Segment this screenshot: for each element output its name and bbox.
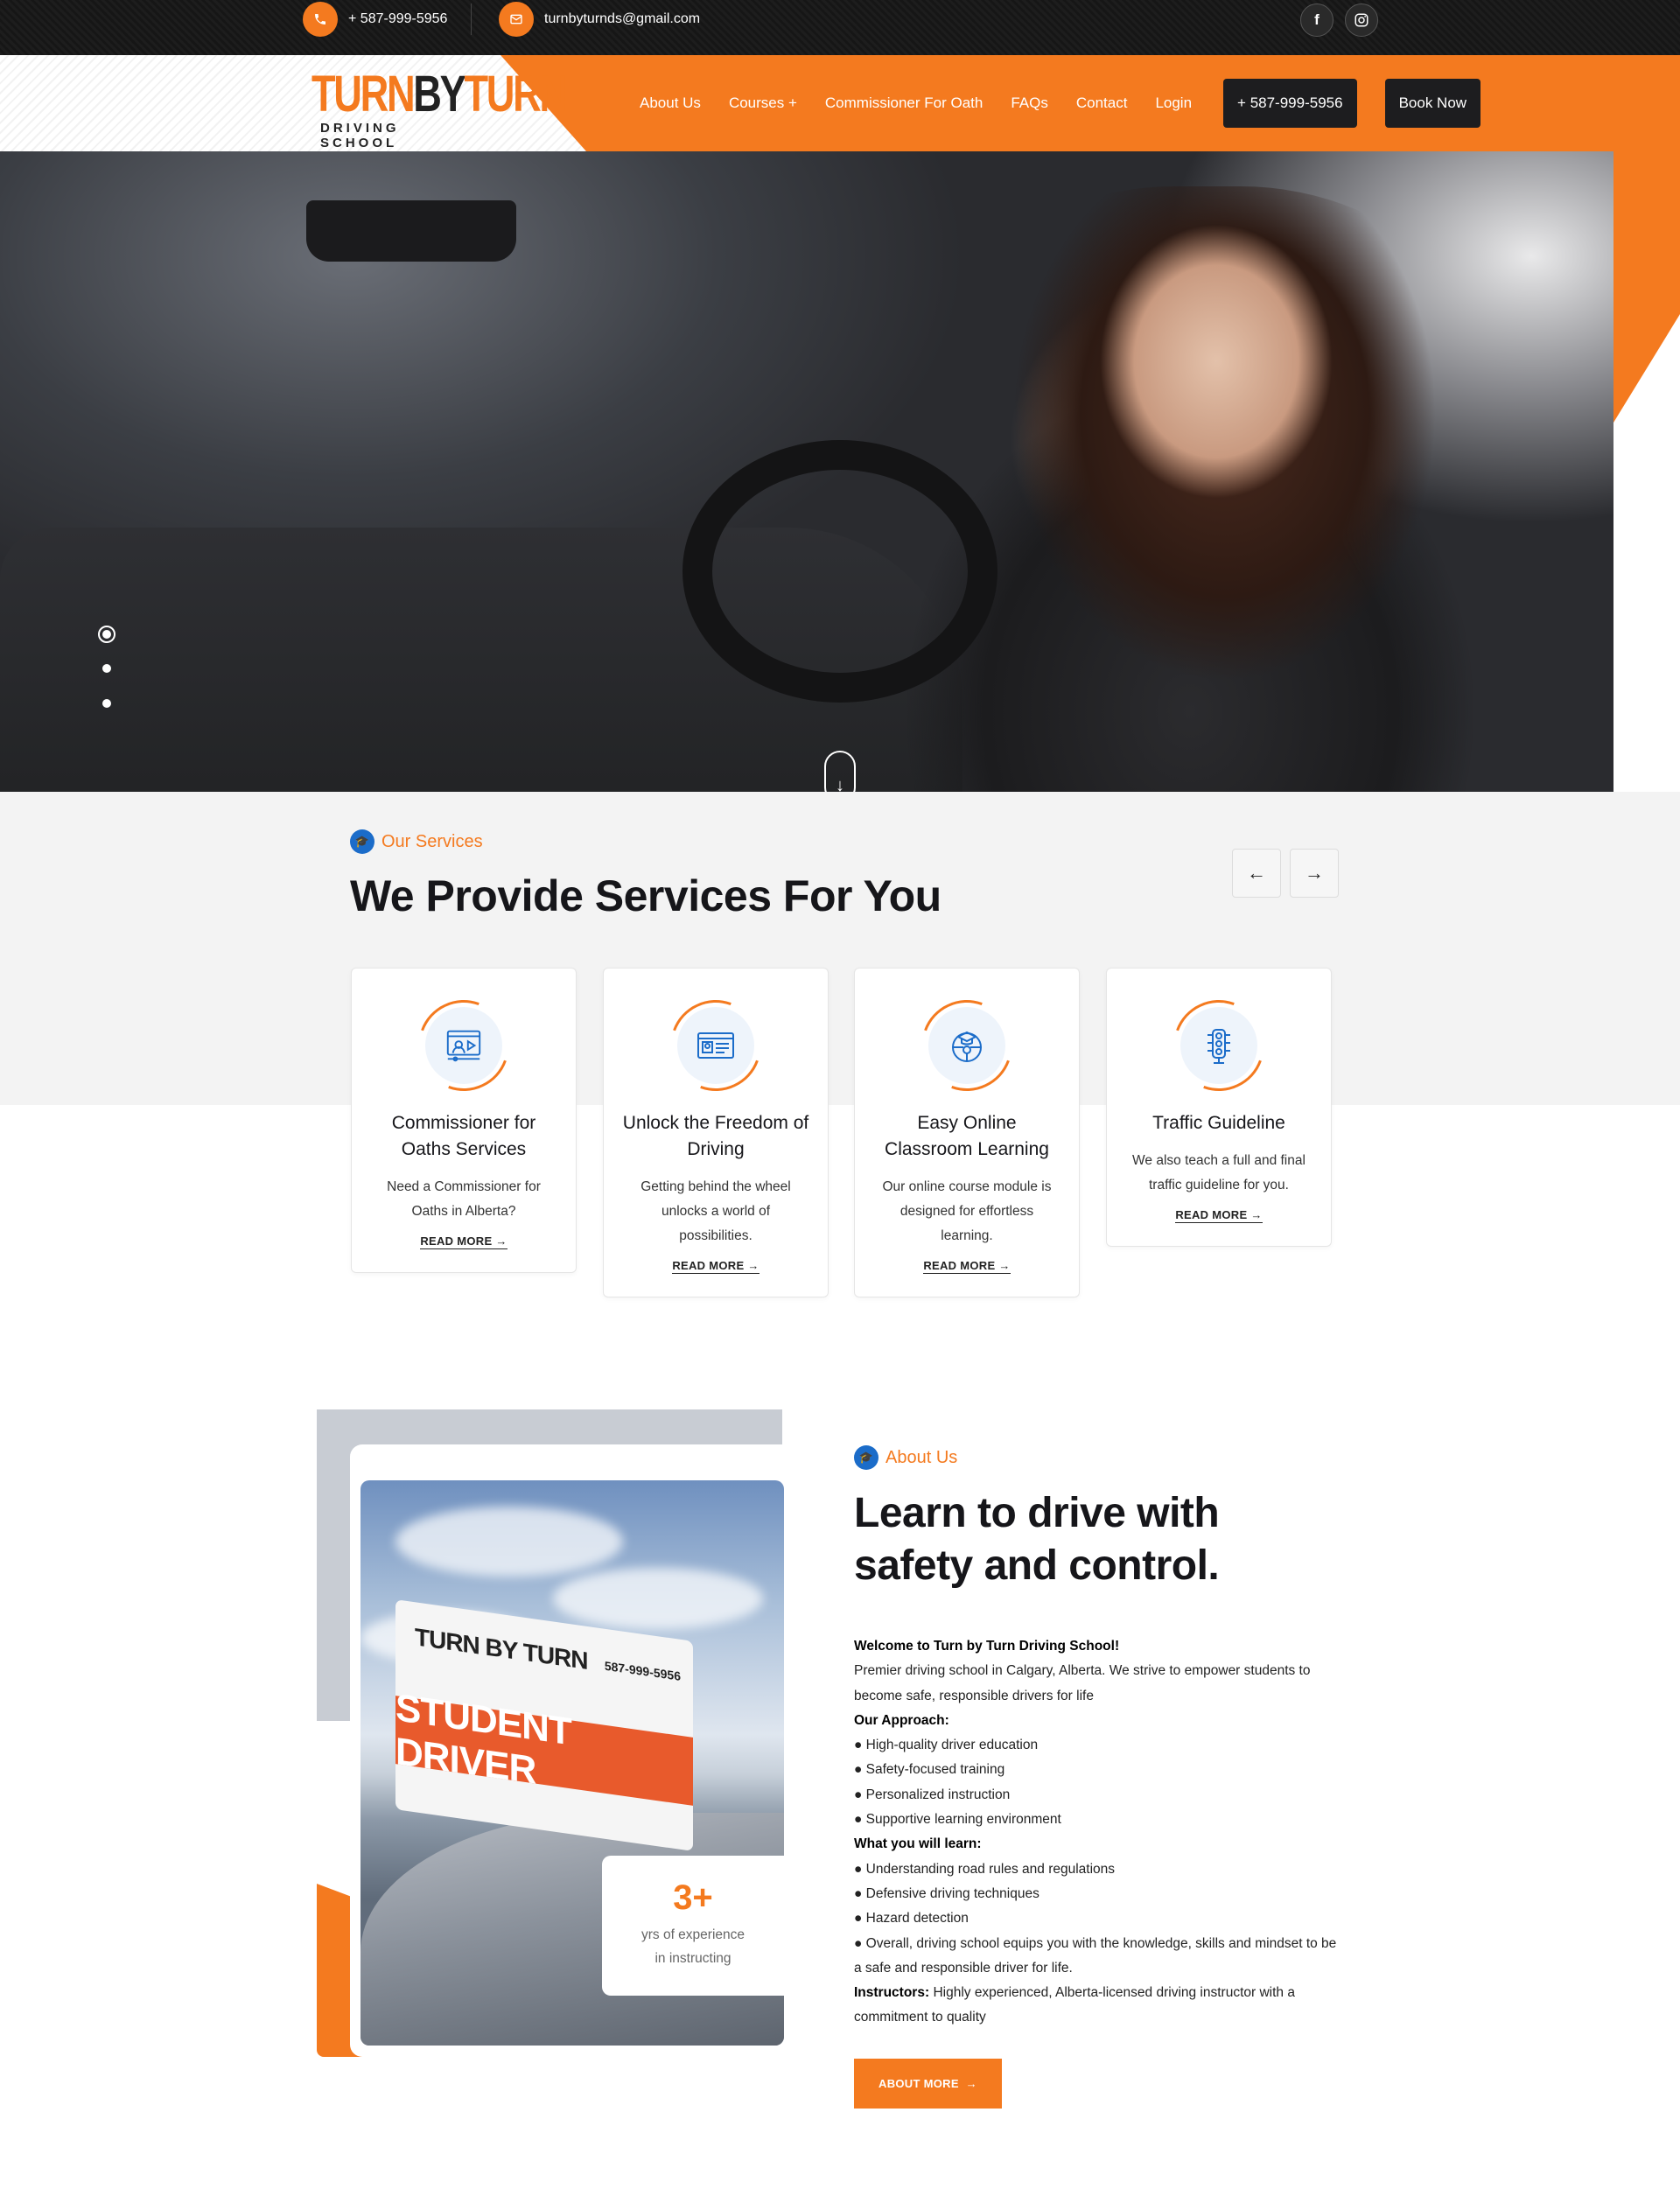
topbar-email[interactable]: turnbyturnds@gmail.com	[499, 2, 700, 37]
video-lesson-icon	[425, 1007, 502, 1084]
service-card-commissioner[interactable]: Commissioner for Oaths Services Need a C…	[351, 968, 577, 1273]
phone-icon	[303, 2, 338, 37]
topbar-phone-text: + 587-999-5956	[348, 11, 448, 26]
service-card-text: Our online course module is designed for…	[882, 1179, 1052, 1243]
envelope-icon	[499, 2, 534, 37]
services-eyebrow-text: Our Services	[382, 831, 483, 851]
service-card-title: Unlock the Freedom of Driving	[622, 1113, 809, 1159]
slider-dot-3[interactable]	[102, 699, 111, 708]
experience-stat-card: 3+ yrs of experience in instructing	[602, 1856, 784, 1996]
facebook-icon[interactable]: f	[1300, 3, 1334, 37]
topbar-email-text: turnbyturnds@gmail.com	[544, 11, 701, 26]
instagram-icon[interactable]	[1345, 3, 1378, 37]
read-more-link[interactable]: READ MORE →	[672, 1259, 760, 1274]
list-item: ● Overall, driving school equips you wit…	[854, 1935, 1337, 1976]
sign-band-text: STUDENT DRIVER	[396, 1686, 693, 1806]
hero-accent-shape	[1614, 151, 1680, 423]
nav-login[interactable]: Login	[1155, 94, 1192, 112]
services-prev-button[interactable]: ←	[1232, 849, 1281, 898]
nav-contact[interactable]: Contact	[1076, 94, 1128, 112]
experience-stat-number: 3+	[673, 1878, 713, 1917]
hero-driver-image	[875, 186, 1540, 792]
service-icon-ring	[1158, 984, 1280, 1107]
book-now-button[interactable]: Book Now	[1384, 79, 1481, 128]
read-more-link[interactable]: READ MORE →	[923, 1259, 1011, 1274]
about-more-button[interactable]: ABOUT MORE →	[854, 2059, 1002, 2109]
service-card-title: Traffic Guideline	[1152, 1113, 1285, 1133]
list-item: ● Hazard detection	[854, 1911, 969, 1927]
list-item: ● High-quality driver education	[854, 1738, 1039, 1753]
arrow-right-icon: →	[1305, 862, 1324, 884]
traffic-light-icon	[1180, 1007, 1257, 1084]
list-item: ● Personalized instruction	[854, 1787, 1011, 1802]
service-icon-ring	[654, 984, 777, 1107]
list-item: ● Safety-focused training	[854, 1762, 1005, 1778]
license-card-icon	[677, 1007, 754, 1084]
sign-brand-text: TURN BY TURN	[415, 1623, 588, 1675]
arrow-right-icon: →	[965, 2077, 977, 2090]
list-item: ● Supportive learning environment	[854, 1812, 1061, 1828]
service-card-title: Easy Online Classroom Learning	[885, 1113, 1049, 1159]
hero-steering-wheel	[682, 440, 998, 703]
service-card-title: Commissioner for Oaths Services	[391, 1113, 536, 1159]
sign-phone-text: 587-999-5956	[604, 1658, 681, 1683]
learn-heading: What you will learn:	[854, 1836, 982, 1852]
nav-faqs[interactable]: FAQs	[1011, 94, 1048, 112]
service-icon-ring	[906, 984, 1028, 1107]
topbar-phone[interactable]: + 587-999-5956	[303, 2, 447, 37]
nav-commissioner-for-oath[interactable]: Commissioner For Oath	[825, 94, 983, 112]
services-eyebrow: 🎓 Our Services	[350, 829, 483, 854]
service-card-text: We also teach a full and final traffic g…	[1132, 1153, 1306, 1192]
student-driver-sign: TURN BY TURN 587-999-5956 STUDENT DRIVER	[396, 1599, 693, 1851]
about-description: Welcome to Turn by Turn Driving School! …	[854, 1634, 1344, 2031]
about-title: Learn to drive with safety and control.	[854, 1490, 1220, 1589]
instructors-line: Instructors: Highly experienced, Alberta…	[854, 1985, 1295, 2025]
service-card-freedom[interactable]: Unlock the Freedom of Driving Getting be…	[603, 968, 829, 1297]
nav-phone-button[interactable]: + 587-999-5956	[1223, 79, 1357, 128]
logo-subtitle: DRIVING SCHOOL	[320, 121, 400, 150]
read-more-link[interactable]: READ MORE →	[1175, 1208, 1263, 1223]
about-eyebrow-text: About Us	[886, 1447, 958, 1467]
slider-dot-2[interactable]	[102, 664, 111, 673]
read-more-link[interactable]: READ MORE →	[420, 1234, 508, 1249]
hero-slider	[0, 151, 1614, 792]
services-next-button[interactable]: →	[1290, 849, 1339, 898]
about-welcome: Welcome to Turn by Turn Driving School!	[854, 1639, 1120, 1654]
nav-courses[interactable]: Courses +	[729, 94, 797, 112]
main-nav: About Us Courses + Commissioner For Oath…	[640, 55, 1481, 151]
service-card-traffic-guideline[interactable]: Traffic Guideline We also teach a full a…	[1106, 968, 1332, 1247]
services-background	[0, 792, 1680, 1105]
graduation-cap-icon: 🎓	[854, 1445, 878, 1470]
service-card-text: Need a Commissioner for Oaths in Alberta…	[387, 1179, 541, 1219]
graduation-cap-icon: 🎓	[350, 829, 374, 854]
topbar-divider	[471, 3, 472, 35]
main-header: TURNBYTURN DRIVING SCHOOL About Us Cours…	[0, 55, 1680, 151]
service-icon-ring	[402, 984, 525, 1107]
experience-stat-label: yrs of experience in instructing	[640, 1927, 746, 1966]
approach-heading: Our Approach:	[854, 1712, 949, 1728]
list-item: ● Defensive driving techniques	[854, 1885, 1040, 1901]
logo-wordmark: TURNBYTURN	[312, 66, 568, 122]
hero-rearview-mirror	[306, 200, 516, 262]
about-eyebrow: 🎓 About Us	[854, 1445, 957, 1470]
service-card-text: Getting behind the wheel unlocks a world…	[640, 1179, 791, 1243]
site-logo[interactable]: TURNBYTURN DRIVING SCHOOL	[312, 66, 568, 151]
steering-cap-icon	[928, 1007, 1005, 1084]
nav-about-us[interactable]: About Us	[640, 94, 701, 112]
services-title: We Provide Services For You	[350, 871, 942, 920]
list-item: ● Understanding road rules and regulatio…	[854, 1861, 1116, 1877]
slider-dot-1[interactable]	[98, 626, 116, 643]
service-card-online-classroom[interactable]: Easy Online Classroom Learning Our onlin…	[854, 968, 1080, 1297]
slider-pagination	[98, 626, 116, 734]
top-bar: + 587-999-5956 turnbyturnds@gmail.com f	[0, 0, 1680, 55]
arrow-left-icon: ←	[1247, 862, 1266, 884]
about-intro: Premier driving school in Calgary, Alber…	[854, 1663, 1311, 1703]
